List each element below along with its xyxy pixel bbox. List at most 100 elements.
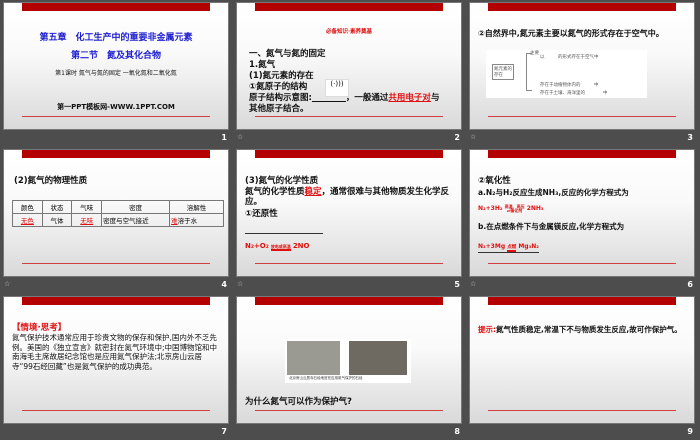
divider bbox=[22, 116, 210, 117]
label: 主要 bbox=[530, 51, 539, 56]
header-cell: 溶解性 bbox=[169, 200, 224, 214]
divider bbox=[255, 116, 443, 117]
title-bar bbox=[488, 150, 676, 158]
title-bar bbox=[488, 3, 676, 11]
title-bar bbox=[22, 3, 210, 11]
label: 以 的形式存在于空气中 bbox=[540, 55, 599, 60]
slide-3: ②自然界中,氮元素主要以氮气的形式存在于空气中。 氮元素的存在 主要 以 的形式… bbox=[469, 2, 695, 130]
photo-panel: 北京房山云居寺石经地宫充应用氮气保护的石经 bbox=[285, 339, 411, 383]
slide-thumbnail-9[interactable]: 提示:氮气性质稳定,常温下不与物质发生反应,故可作保护气。 9 bbox=[466, 294, 699, 440]
header-cell: 颜色 bbox=[12, 200, 43, 214]
slide-number: 2 bbox=[454, 133, 460, 142]
diagram: 氮元素的存在 主要 以 的形式存在于空气中 存在于动植物体内的 中 存在于土壤、… bbox=[486, 50, 647, 98]
heading: 一、氮气与氮的固定 bbox=[249, 49, 326, 59]
chapter-title: 第五章 化工生产中的重要非金属元素 bbox=[39, 33, 193, 43]
cell: 无色 bbox=[12, 213, 43, 227]
divider bbox=[255, 263, 443, 264]
header-cell: 密度 bbox=[101, 200, 171, 214]
divider bbox=[488, 263, 676, 264]
text-line: 其他原子结合。 bbox=[249, 104, 309, 114]
slide-number: 6 bbox=[687, 280, 693, 289]
slide-number: 8 bbox=[454, 427, 460, 436]
hint-text: 提示:氮气性质稳定,常温下不与物质发生反应,故可作保护气。 bbox=[478, 325, 682, 334]
slide-thumbnail-7[interactable]: 【情境·思考】 氮气保护技术通常应用于珍贵文物的保存和保护,国内外不乏先例。美国… bbox=[0, 294, 233, 440]
lesson-title: 第1课时 氮气与氮的固定 一氧化氮和二氧化氮 bbox=[55, 70, 177, 77]
table-header: 颜色 状态 气味 密度 溶解性 bbox=[12, 200, 224, 214]
table-row: 无色 气体 无味 密度与空气接近 难溶于水 bbox=[12, 213, 224, 227]
bracket bbox=[526, 53, 532, 91]
star-icon: ☆ bbox=[470, 280, 477, 288]
section-title: 第二节 氮及其化合物 bbox=[70, 51, 161, 61]
divider bbox=[22, 410, 210, 411]
properties-table: 颜色 状态 气味 密度 溶解性 无色 气体 无味 密度与空气接近 难溶于水 bbox=[12, 200, 224, 227]
site-label: 第一PPT模板网-WWW.1PPT.COM bbox=[57, 103, 175, 111]
star-icon: ☆ bbox=[470, 133, 477, 141]
slide-thumbnail-6[interactable]: ②氧化性 a.N₂与H₂反应生成NH₃,反应的化学方程式为 N₂+3H₂ 高温、… bbox=[466, 147, 699, 293]
title-bar bbox=[255, 297, 443, 305]
title-bar bbox=[255, 150, 443, 158]
slide-7: 【情境·思考】 氮气保护技术通常应用于珍贵文物的保存和保护,国内外不乏先例。美国… bbox=[3, 296, 229, 424]
title-bar bbox=[22, 150, 210, 158]
slide-thumbnail-1[interactable]: 第五章 化工生产中的重要非金属元素 第二节 氮及其化合物 第1课时 氮气与氮的固… bbox=[0, 0, 233, 146]
slide-number: 3 bbox=[687, 133, 693, 142]
text-line: 原子结构示意图: ，一般通过共用电子对与 bbox=[249, 93, 440, 103]
heading: 【情境·思考】 bbox=[12, 323, 67, 333]
heading: (3)氮气的化学性质 bbox=[245, 176, 319, 186]
divider bbox=[488, 116, 676, 117]
text-line: ①还原性 bbox=[245, 209, 278, 219]
answer-blank bbox=[245, 233, 323, 234]
slide-thumbnail-3[interactable]: ②自然界中,氮元素主要以氮气的形式存在于空气中。 氮元素的存在 主要 以 的形式… bbox=[466, 0, 699, 146]
cell: 密度与空气接近 bbox=[101, 213, 171, 227]
slide-thumbnail-5[interactable]: (3)氮气的化学性质 氮气的化学性质稳定，通常很难与其他物质发生化学反应。 ①还… bbox=[233, 147, 466, 293]
divider bbox=[255, 410, 443, 411]
slide-6: ②氧化性 a.N₂与H₂反应生成NH₃,反应的化学方程式为 N₂+3H₂ 高温、… bbox=[469, 149, 695, 277]
text-line: 氮气的化学性质稳定，通常很难与其他物质发生化学反应。 bbox=[245, 187, 450, 207]
slide-1: 第五章 化工生产中的重要非金属元素 第二节 氮及其化合物 第1课时 氮气与氮的固… bbox=[3, 2, 229, 130]
slide-number: 4 bbox=[221, 280, 227, 289]
star-icon: ☆ bbox=[237, 133, 244, 141]
heading: (2)氮气的物理性质 bbox=[14, 176, 88, 186]
header-cell: 状态 bbox=[41, 200, 73, 214]
question: 为什么氮气可以作为保护气? bbox=[245, 397, 352, 407]
diagram-box: 氮元素的存在 bbox=[492, 64, 514, 80]
slide-2: 必备知识·素养奠基 一、氮气与氮的固定 1.氮气 (1)氮元素的存在 ①氮原子的… bbox=[236, 2, 462, 130]
divider bbox=[22, 263, 210, 264]
slide-number: 9 bbox=[687, 427, 693, 436]
cave-photo bbox=[287, 341, 340, 375]
text-line: ①氮原子的结构 bbox=[249, 82, 308, 92]
equation: N₂+O₂ 放电或高温 2NO bbox=[245, 242, 310, 251]
slide-thumbnail-4[interactable]: (2)氮气的物理性质 颜色 状态 气味 密度 溶解性 无色 气体 无味 密度与空… bbox=[0, 147, 233, 293]
slide-8: 北京房山云居寺石经地宫充应用氮气保护的石经 为什么氮气可以作为保护气? bbox=[236, 296, 462, 424]
subheading: 1.氮气 bbox=[249, 60, 276, 70]
star-icon: ☆ bbox=[4, 280, 11, 288]
cell: 难溶于水 bbox=[169, 213, 224, 227]
slide-thumbnail-2[interactable]: 必备知识·素养奠基 一、氮气与氮的固定 1.氮气 (1)氮元素的存在 ①氮原子的… bbox=[233, 0, 466, 146]
slide-number: 7 bbox=[221, 427, 227, 436]
title-bar bbox=[255, 3, 443, 11]
slide-number: 5 bbox=[454, 280, 460, 289]
cell: 无味 bbox=[71, 213, 103, 227]
section-banner: 必备知识·素养奠基 bbox=[325, 29, 373, 35]
title-bar bbox=[22, 297, 210, 305]
heading: ②氧化性 bbox=[478, 176, 511, 186]
slide-number: 1 bbox=[221, 133, 227, 142]
text-line: b.在点燃条件下与金属镁反应,化学方程式为 bbox=[478, 222, 625, 231]
title-bar bbox=[488, 297, 676, 305]
equation: N₂+3Mg 点燃 Mg₃N₂ bbox=[478, 242, 539, 253]
slide-thumbnail-8[interactable]: 北京房山云居寺石经地宫充应用氮气保护的石经 为什么氮气可以作为保护气? 8 bbox=[233, 294, 466, 440]
label: 存在于动植物体内的 中 bbox=[540, 83, 599, 88]
text-line: ②自然界中,氮元素主要以氮气的形式存在于空气中。 bbox=[478, 29, 664, 38]
slide-4: (2)氮气的物理性质 颜色 状态 气味 密度 溶解性 无色 气体 无味 密度与空… bbox=[3, 149, 229, 277]
text-line: a.N₂与H₂反应生成NH₃,反应的化学方程式为 bbox=[478, 188, 629, 197]
cell: 气体 bbox=[41, 213, 73, 227]
stone-sutra-photo bbox=[349, 341, 407, 375]
label: 存在于土壤、海洋里的 中 bbox=[540, 91, 608, 96]
slide-9: 提示:氮气性质稳定,常温下不与物质发生反应,故可作保护气。 bbox=[469, 296, 695, 424]
slide-5: (3)氮气的化学性质 氮气的化学性质稳定，通常很难与其他物质发生化学反应。 ①还… bbox=[236, 149, 462, 277]
equation: N₂+3H₂ 高温、高压 ⇌催化剂 2NH₃ bbox=[478, 203, 544, 213]
divider bbox=[488, 410, 676, 411]
star-icon: ☆ bbox=[237, 280, 244, 288]
text-line: (1)氮元素的存在 bbox=[249, 71, 314, 81]
photo-caption: 北京房山云居寺石经地宫充应用氮气保护的石经 bbox=[289, 376, 363, 380]
paragraph: 氮气保护技术通常应用于珍贵文物的保存和保护,国内外不乏先例。美国的《独立宣言》就… bbox=[12, 333, 218, 371]
